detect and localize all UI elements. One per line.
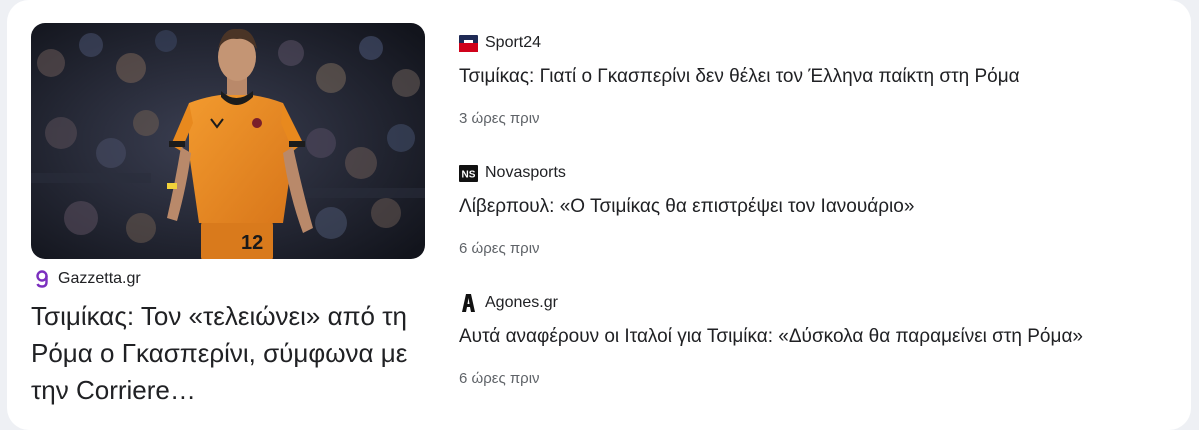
featured-story-title[interactable]: Τσιμίκας: Τον «τελειώνει» από τη Ρόμα ο … bbox=[31, 298, 431, 409]
gazzetta-logo-icon bbox=[32, 270, 51, 288]
featured-source-name: Gazzetta.gr bbox=[58, 270, 141, 287]
story-3-time: 6 ώρες πριν bbox=[459, 370, 540, 387]
jersey-number: 12 bbox=[241, 232, 263, 254]
agones-logo-icon bbox=[459, 294, 478, 312]
novasports-logo-text: NS bbox=[462, 169, 476, 180]
story-2-title[interactable]: Λίβερπουλ: «Ο Τσιμίκας θα επιστρέψει τον… bbox=[459, 194, 914, 220]
story-1-time: 3 ώρες πριν bbox=[459, 110, 540, 127]
player-photo: 12 bbox=[31, 23, 425, 259]
story-1-title[interactable]: Τσιμίκας: Γιατί ο Γκασπερίνι δεν θέλει τ… bbox=[459, 64, 1020, 90]
story-3-source-name: Agones.gr bbox=[485, 294, 558, 311]
story-3-source[interactable]: Agones.gr bbox=[459, 294, 558, 312]
story-3-title[interactable]: Αυτά αναφέρουν οι Ιταλοί για Τσιμίκα: «Δ… bbox=[459, 324, 1083, 350]
story-2-time: 6 ώρες πριν bbox=[459, 240, 540, 257]
featured-source[interactable]: Gazzetta.gr bbox=[32, 270, 141, 288]
featured-story-image[interactable]: 12 bbox=[31, 23, 425, 259]
story-2-source[interactable]: NS Novasports bbox=[459, 164, 566, 182]
story-1-source[interactable]: Sport24 bbox=[459, 34, 541, 52]
novasports-logo-icon: NS bbox=[459, 164, 478, 182]
sport24-logo-icon bbox=[459, 34, 478, 52]
story-2-source-name: Novasports bbox=[485, 164, 566, 181]
story-1-source-name: Sport24 bbox=[485, 34, 542, 51]
